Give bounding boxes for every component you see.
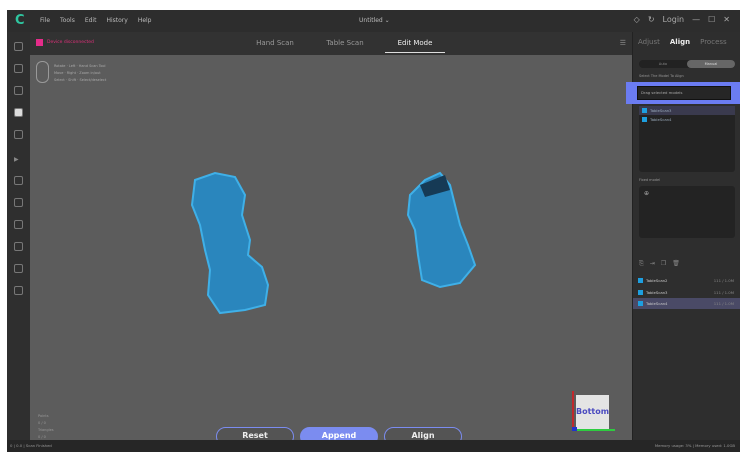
mode-auto[interactable]: Auto	[639, 60, 687, 68]
tool-icon[interactable]	[14, 286, 23, 295]
menu-tools[interactable]: Tools	[60, 17, 75, 24]
scan-row[interactable]: TableScan3 111 / 1.0M	[633, 287, 740, 298]
close-icon[interactable]: ✕	[723, 15, 730, 24]
scan-model-left	[190, 171, 270, 315]
app-window: C File Tools Edit History Help Untitled …	[7, 10, 740, 452]
device-status-text: Device disconnected	[47, 40, 94, 45]
menu-history[interactable]: History	[106, 17, 127, 24]
scan-row[interactable]: TableScan2 111 / 1.0M	[633, 275, 740, 286]
menu-edit[interactable]: Edit	[85, 17, 97, 24]
memory-status: Memory usage: 3% | Memory used: 1.0GB	[654, 443, 735, 448]
menu-help[interactable]: Help	[138, 17, 152, 24]
menu-file[interactable]: File	[40, 17, 50, 24]
tab-edit-mode[interactable]: Edit Mode	[380, 32, 450, 55]
y-axis	[572, 391, 574, 431]
tab-process[interactable]: Process	[700, 38, 727, 46]
highlight-region: Drag selected models	[626, 82, 740, 104]
status-bar: 0 | 0.0 | Scan Finished Memory usage: 3%…	[7, 440, 740, 452]
refresh-icon[interactable]: ↻	[648, 15, 655, 24]
tool-icon[interactable]	[14, 86, 23, 95]
model-list: TableScan3 TableScan4	[639, 106, 735, 172]
list-icon[interactable]: ☰	[620, 39, 626, 47]
menu-bar: File Tools Edit History Help	[40, 17, 152, 24]
tab-hand-scan[interactable]: Hand Scan	[240, 32, 310, 55]
document-title[interactable]: Untitled ⌄	[359, 17, 390, 24]
tool-icon[interactable]	[14, 42, 23, 51]
viewport-stats: Points 0 / 0 Triangles 0 / 0	[38, 414, 54, 439]
drop-model-field[interactable]: Drag selected models	[637, 86, 731, 100]
cube-tool-icon[interactable]	[14, 108, 23, 117]
mode-manual[interactable]: Manual	[687, 60, 735, 68]
add-icon[interactable]: ⊕	[644, 190, 649, 197]
fixed-label: Fixed model	[639, 178, 661, 182]
export-icon[interactable]: ⇥	[650, 260, 655, 268]
delete-icon[interactable]: 🗑	[672, 260, 680, 268]
select-label: Select The Model To Align	[639, 74, 684, 78]
tab-table-scan[interactable]: Table Scan	[310, 32, 380, 55]
tool-icon[interactable]	[14, 264, 23, 273]
app-logo: C	[15, 13, 25, 28]
cube-face[interactable]: Bottom	[576, 395, 609, 429]
copy-icon[interactable]: ❐	[661, 260, 666, 268]
status-left: 0 | 0.0 | Scan Finished	[10, 443, 52, 448]
feedback-icon[interactable]: ◇	[634, 15, 640, 24]
document-name: Untitled	[359, 17, 383, 24]
maximize-icon[interactable]: ☐	[708, 15, 715, 24]
point-clouds	[190, 171, 477, 315]
tool-icon[interactable]	[14, 242, 23, 251]
fixed-model-box: ⊕	[639, 186, 735, 238]
device-icon	[36, 39, 43, 46]
mode-bar: Device disconnected Hand Scan Table Scan…	[30, 32, 632, 55]
tab-adjust[interactable]: Adjust	[638, 38, 660, 46]
z-axis	[572, 427, 577, 431]
tool-icon[interactable]	[14, 220, 23, 229]
tool-icon[interactable]	[14, 130, 23, 139]
import-icon[interactable]: ⎘	[639, 260, 644, 268]
login-button[interactable]: Login	[663, 15, 685, 24]
title-bar: C File Tools Edit History Help Untitled …	[7, 10, 740, 32]
right-panel: Adjust Align Process Auto Manual Select …	[626, 32, 740, 440]
minimize-icon[interactable]: —	[692, 15, 700, 24]
tool-icon[interactable]	[14, 64, 23, 73]
align-mode-toggle: Auto Manual	[639, 60, 735, 68]
scan-row-selected[interactable]: TableScan4 111 / 1.0M	[633, 298, 740, 309]
x-axis	[573, 429, 615, 431]
model-item[interactable]: TableScan3	[639, 106, 735, 115]
3d-viewport[interactable]: Rotate · Left · Hand Scan Tool Move · Ri…	[30, 55, 632, 446]
tab-align[interactable]: Align	[670, 38, 690, 46]
left-toolbar: ▶	[7, 32, 30, 440]
tool-icon[interactable]	[14, 176, 23, 185]
model-item[interactable]: TableScan4	[639, 115, 735, 124]
play-icon[interactable]: ▶	[14, 156, 23, 165]
tool-icon[interactable]	[14, 198, 23, 207]
device-status[interactable]: Device disconnected	[36, 39, 94, 46]
